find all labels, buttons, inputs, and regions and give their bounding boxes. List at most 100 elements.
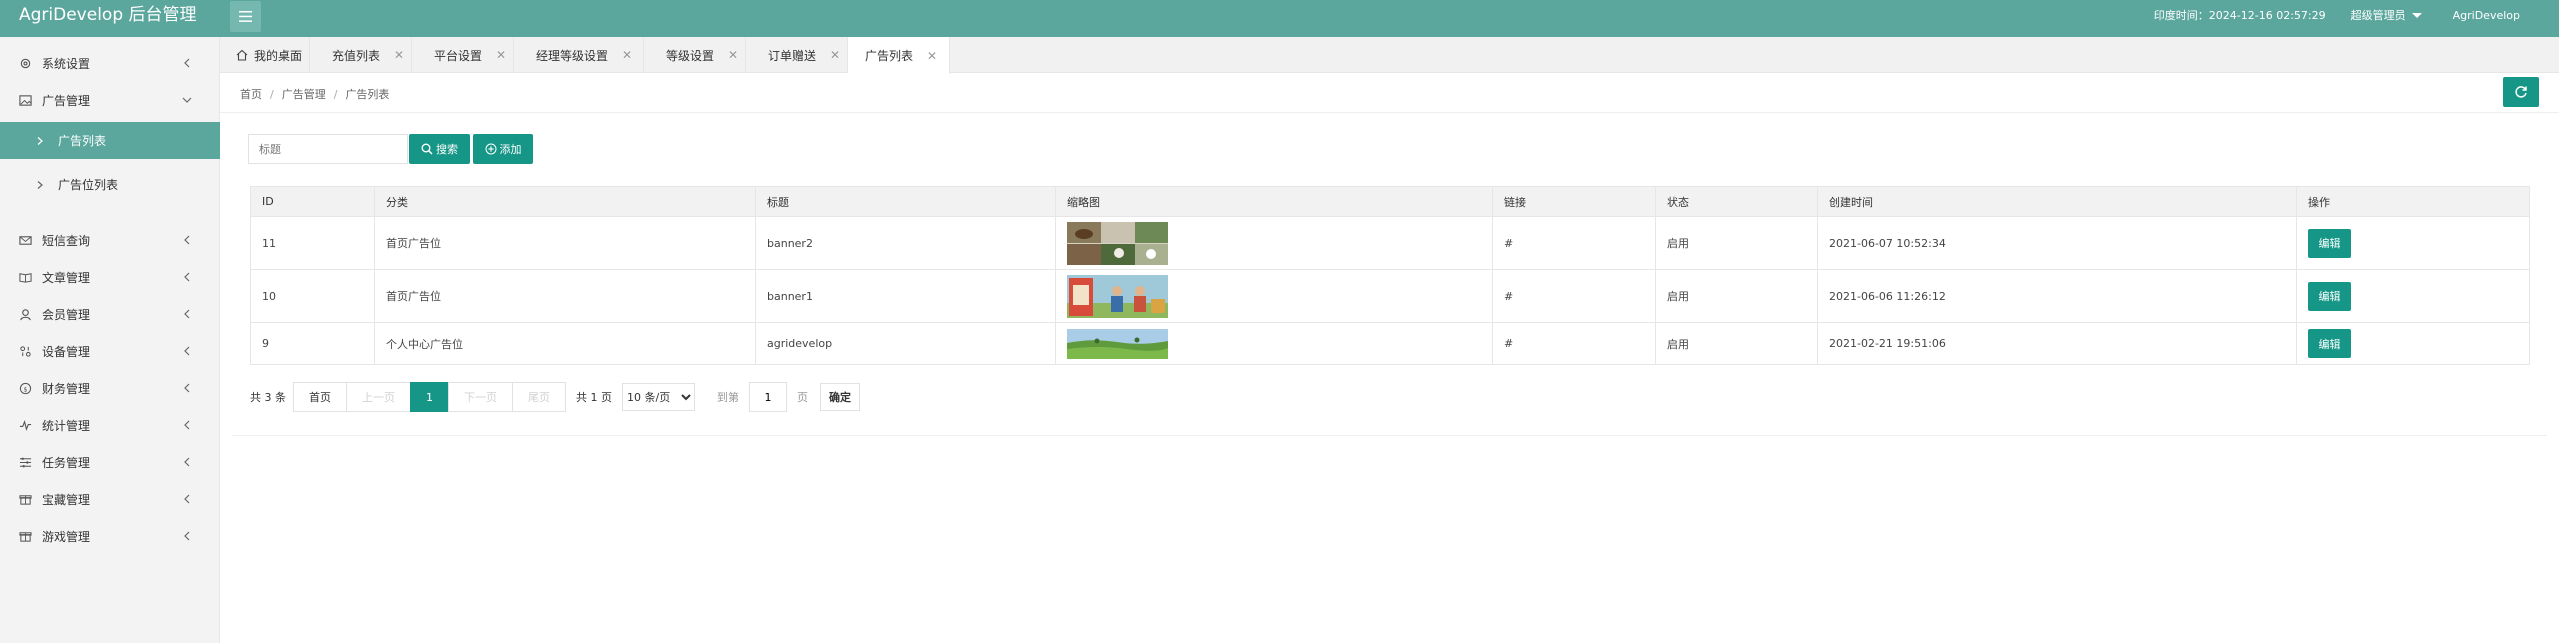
chevron-left-icon [184,272,190,282]
column-header-category: 分类 [374,186,756,217]
chevron-left-icon [184,235,190,245]
column-header-status: 状态 [1655,186,1818,217]
prev-page-button[interactable]: 上一页 [346,382,411,412]
image-icon [18,94,32,108]
tab-label: 订单赠送 [768,48,817,63]
cell-id: 11 [250,216,375,270]
breadcrumb-home[interactable]: 首页 [240,88,262,101]
cell-title: agridevelop [755,322,1056,365]
tab-ad-list[interactable]: 广告列表 ✕ [848,37,950,74]
gear-icon [18,57,32,71]
tab-label: 我的桌面 [254,48,303,63]
title-search-input[interactable] [248,134,408,164]
tab-label: 充值列表 [332,48,381,63]
refresh-button[interactable] [2503,77,2539,107]
chevron-left-icon [184,383,190,393]
cell-link[interactable]: # [1492,322,1656,365]
table-header-row: ID 分类 标题 缩略图 链接 状态 创建时间 操作 [250,186,2530,217]
game-icon [18,530,32,544]
column-header-created: 创建时间 [1817,186,2297,217]
close-icon[interactable]: ✕ [622,48,632,62]
tab-manager-level-settings[interactable]: 经理等级设置 ✕ [514,37,644,73]
sidebar-item-article-management[interactable]: 文章管理 [0,259,220,296]
sidebar-subitem-ad-list[interactable]: 广告列表 [0,122,220,159]
task-icon [18,456,32,470]
column-header-thumbnail: 缩略图 [1055,186,1493,217]
menu-toggle-button[interactable] [230,1,261,32]
refresh-icon [2515,86,2527,98]
breadcrumb-separator: / [333,88,338,101]
next-page-button[interactable]: 下一页 [448,382,513,412]
add-circle-icon [485,143,496,155]
user-role-dropdown[interactable]: 超级管理员 [2351,7,2422,23]
page-size-select[interactable]: 10 条/页 [622,383,695,411]
server-time: 印度时间：2024-12-16 02:57:29 [2153,9,2326,22]
sidebar-subitem-label: 广告位列表 [58,178,119,192]
sidebar-item-sms-query[interactable]: 短信查询 [0,222,220,259]
close-icon[interactable]: ✕ [830,48,840,62]
sidebar-item-label: 财务管理 [42,382,91,396]
current-page[interactable]: 1 [410,382,449,412]
tab-level-settings[interactable]: 等级设置 ✕ [644,37,746,73]
cell-title: banner2 [755,216,1056,270]
close-icon[interactable]: ✕ [394,48,404,62]
sidebar-item-stats-management[interactable]: 统计管理 [0,407,220,444]
goto-page-input[interactable] [749,382,787,412]
chevron-left-icon [184,346,190,356]
column-header-title: 标题 [755,186,1056,217]
tab-my-desktop[interactable]: 我的桌面 [220,37,310,73]
table-row: 11 首页广告位 banner2 # 启用 2021-06-07 10:52:3… [250,216,2530,270]
sidebar-item-device-management[interactable]: 设备管理 [0,333,220,370]
goto-confirm-button[interactable]: 确定 [820,383,860,411]
sidebar-item-finance-management[interactable]: $ 财务管理 [0,370,220,407]
hamburger-icon [239,11,252,22]
cell-status: 启用 [1655,322,1818,365]
sidebar-item-label: 系统设置 [42,57,91,71]
tab-recharge-list[interactable]: 充值列表 ✕ [310,37,412,73]
close-icon[interactable]: ✕ [496,48,506,62]
edit-button[interactable]: 编辑 [2308,228,2351,258]
sidebar-item-task-management[interactable]: 任务管理 [0,444,220,481]
sidebar-item-member-management[interactable]: 会员管理 [0,296,220,333]
table-row: 10 首页广告位 banner1 # 启用 2021-06-06 11:26:1… [250,269,2530,323]
search-button-label: 搜索 [436,143,458,156]
tab-label: 广告列表 [865,49,914,63]
chevron-right-icon [37,180,43,189]
edit-button[interactable]: 编辑 [2308,281,2351,311]
sidebar-item-system-settings[interactable]: 系统设置 [0,45,220,82]
cell-link[interactable]: # [1492,269,1656,323]
breadcrumb-ad-list: 广告列表 [345,88,390,101]
breadcrumb-ad-management[interactable]: 广告管理 [282,88,326,101]
cell-actions: 编辑 [2296,216,2530,270]
add-button[interactable]: 添加 [473,134,533,164]
breadcrumb-separator: / [270,88,274,101]
column-header-id: ID [250,186,375,217]
sidebar-item-label: 游戏管理 [42,530,91,544]
edit-button[interactable]: 编辑 [2308,329,2351,358]
last-page-button[interactable]: 尾页 [512,382,566,412]
close-icon[interactable]: ✕ [927,49,937,63]
close-icon[interactable]: ✕ [728,48,738,62]
cell-category: 个人中心广告位 [374,322,756,365]
user-icon [18,308,32,322]
first-page-button[interactable]: 首页 [293,382,347,412]
farm-collage-thumbnail[interactable] [1067,221,1168,265]
sidebar-subitem-ad-slot-list[interactable]: 广告位列表 [0,166,220,203]
tab-order-gift[interactable]: 订单赠送 ✕ [746,37,848,73]
sidebar-item-ad-management[interactable]: 广告管理 [0,82,220,119]
chevron-left-icon [184,531,190,541]
search-button[interactable]: 搜索 [409,134,470,164]
farmers-banner-thumbnail[interactable] [1067,274,1168,318]
sidebar-item-label: 设备管理 [42,345,91,359]
app-name-link[interactable]: AgriDevelop [2453,9,2520,22]
cell-link[interactable]: # [1492,216,1656,270]
tab-platform-settings[interactable]: 平台设置 ✕ [412,37,514,73]
green-field-thumbnail[interactable] [1067,328,1168,359]
total-count: 共 3 条 [250,391,286,404]
column-header-link: 链接 [1492,186,1656,217]
add-button-label: 添加 [499,143,522,156]
device-icon [18,345,32,359]
finance-icon: $ [18,382,32,396]
sidebar-item-game-management[interactable]: 游戏管理 [0,518,220,555]
sidebar-item-treasure-management[interactable]: 宝藏管理 [0,481,220,518]
